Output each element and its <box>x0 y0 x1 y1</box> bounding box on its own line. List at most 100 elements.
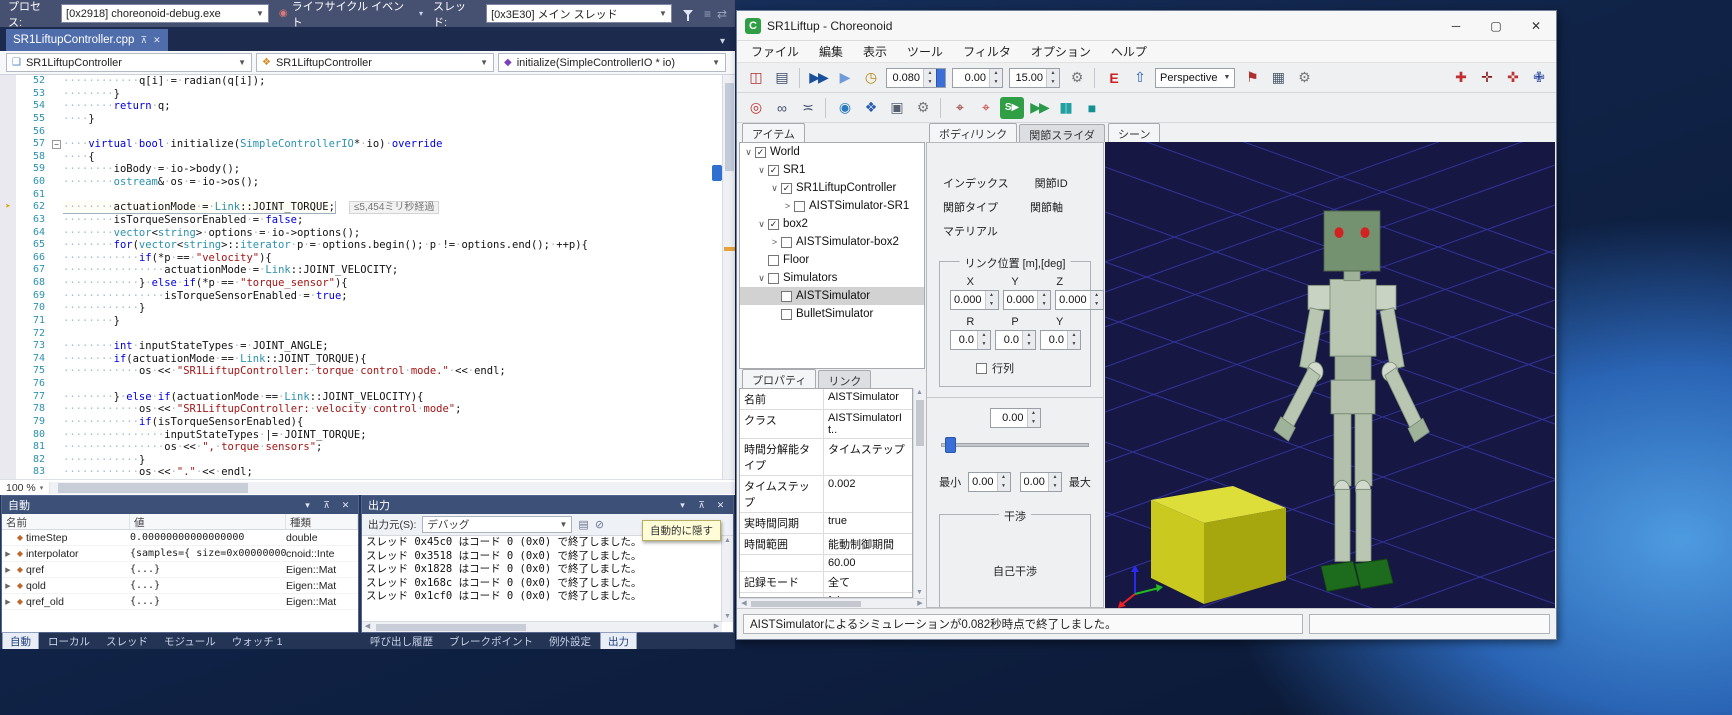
property-row[interactable]: 記録モード全て <box>740 572 912 593</box>
code-line[interactable]: 66············if(*p·==·"velocity"){ <box>0 252 735 265</box>
title-bar[interactable]: C SR1Liftup - Choreonoid ─ ▢ ✕ <box>737 11 1556 41</box>
code-line[interactable]: 53········} <box>0 88 735 101</box>
code-line[interactable]: ➤62········actuationMode·=·Link::JOINT_T… <box>0 201 735 214</box>
body-axis-icon[interactable]: ✙ <box>1526 66 1550 90</box>
watch-row[interactable]: ▶◆qref{...}Eigen::Mat <box>2 562 358 578</box>
property-row[interactable]: 時間分解能タイプタイムステップ <box>740 439 912 476</box>
scroll-right-icon[interactable]: ▶ <box>711 622 722 632</box>
play-icon[interactable]: ▶ <box>832 66 856 90</box>
play-resume-icon[interactable]: ▶▶ <box>806 66 830 90</box>
code-line[interactable]: 76 <box>0 378 735 391</box>
property-value[interactable]: true <box>824 513 912 533</box>
breakpoint-gutter[interactable] <box>0 189 16 202</box>
tab-モジュール[interactable]: モジュール <box>157 633 223 650</box>
property-row[interactable]: 60.00 <box>740 555 912 572</box>
start-simulation-button[interactable]: S▶ <box>1000 97 1024 119</box>
item-checkbox[interactable]: ✓ <box>781 183 792 194</box>
tab-items[interactable]: アイテム <box>742 123 805 142</box>
min-spinbox[interactable]: 0.00▲▼ <box>968 472 1010 492</box>
watch-row[interactable]: ▶◆qold{...}Eigen::Mat <box>2 578 358 594</box>
scroll-left-icon[interactable]: ◀ <box>362 622 373 632</box>
breakpoint-gutter[interactable] <box>0 88 16 101</box>
tab-フィルタ[interactable]: フィルタ <box>953 41 1021 62</box>
code-line[interactable]: 61 <box>0 189 735 202</box>
item-checkbox[interactable]: ✓ <box>768 165 779 176</box>
tree-item-SR1[interactable]: ∨✓SR1 <box>740 161 924 179</box>
watch-row[interactable]: ▶◆interpolator{samples={ size=0x00000000… <box>2 546 358 562</box>
scroll-up-icon[interactable]: ▲ <box>722 536 733 546</box>
code-line[interactable]: 74········if(actuationMode·==·Link::JOIN… <box>0 353 735 366</box>
translate-cube-icon[interactable]: ❖ <box>858 96 882 120</box>
tab-ヘルプ[interactable]: ヘルプ <box>1101 41 1157 62</box>
scroll-down-icon[interactable]: ▼ <box>722 612 733 622</box>
row-expander-icon[interactable]: ▶ <box>2 598 14 606</box>
code-line[interactable]: 80················inputStateTypes·|=·JOI… <box>0 429 735 442</box>
text-panel-icon[interactable]: ▤ <box>769 66 793 90</box>
code-line[interactable]: 82············} <box>0 454 735 467</box>
tab-ローカル[interactable]: ローカル <box>41 633 97 650</box>
breakpoint-gutter[interactable] <box>0 138 16 151</box>
output-vertical-scrollbar[interactable]: ▲ ▼ <box>721 536 733 622</box>
body-sync-icon[interactable]: ✜ <box>1500 66 1524 90</box>
x-spinbox[interactable]: 0.000▲▼ <box>950 290 999 310</box>
process-combo[interactable]: [0x2918] choreonoid-debug.exe ▼ <box>61 4 269 23</box>
pin-icon[interactable]: ⊼ <box>320 500 333 511</box>
breakpoint-gutter[interactable] <box>0 340 16 353</box>
expander-icon[interactable]: ∨ <box>756 165 767 176</box>
tab-出力[interactable]: 出力 <box>600 632 637 650</box>
code-line[interactable]: 68············}·else·if(*p·==·"torque_se… <box>0 277 735 290</box>
tab-ボディ/リンク[interactable]: ボディ/リンク <box>929 123 1017 142</box>
column-name[interactable]: 名前 <box>2 514 130 529</box>
breakpoint-gutter[interactable] <box>0 378 16 391</box>
output-source-combo[interactable]: デバッグ ▼ <box>422 516 572 533</box>
r-spinbox[interactable]: 0.0▲▼ <box>950 330 991 350</box>
magnifier-scene-icon[interactable]: ⌖ <box>973 96 997 120</box>
word-wrap-icon[interactable]: ▤ <box>578 518 588 531</box>
exec-e-icon[interactable]: E <box>1101 66 1125 90</box>
tree-item-AISTSimulator-box2[interactable]: >AISTSimulator-box2 <box>740 233 924 251</box>
tree-item-AISTSimulator-SR1[interactable]: >AISTSimulator-SR1 <box>740 197 924 215</box>
code-line[interactable]: 56 <box>0 126 735 139</box>
editor-vertical-scrollbar[interactable] <box>722 75 735 479</box>
projection-combo[interactable]: Perspective▼ <box>1155 68 1235 88</box>
code-line[interactable]: 72 <box>0 328 735 341</box>
property-value[interactable]: タイムステップ <box>824 439 912 475</box>
time-end-spinbox[interactable]: 15.00▲▼ <box>1009 68 1060 88</box>
tool-config-icon[interactable]: ⚙ <box>910 96 934 120</box>
property-row[interactable]: 名前AISTSimulator <box>740 389 912 410</box>
window-menu-icon[interactable]: ▾ <box>301 500 314 511</box>
breakpoint-gutter[interactable] <box>0 302 16 315</box>
code-line[interactable]: 54········return·q; <box>0 100 735 113</box>
scrollbar-thumb[interactable] <box>725 83 734 171</box>
zoom-selector[interactable]: 100 % ▾ <box>0 482 50 494</box>
row-expander-icon[interactable]: ▶ <box>2 566 14 574</box>
breakpoint-gutter[interactable] <box>0 328 16 341</box>
max-spinbox[interactable]: 0.00▲▼ <box>1020 472 1062 492</box>
tab-ウォッチ 1[interactable]: ウォッチ 1 <box>225 633 290 650</box>
code-line[interactable]: 71········} <box>0 315 735 328</box>
item-checkbox[interactable] <box>781 237 792 248</box>
scene-3d-view[interactable] <box>1105 142 1555 608</box>
code-line[interactable]: 57−····virtual·bool·initialize(SimpleCon… <box>0 138 735 151</box>
property-table[interactable]: 名前AISTSimulatorクラスAISTSimulatorIt..時間分解能… <box>739 388 913 598</box>
breakpoint-gutter[interactable] <box>0 315 16 328</box>
code-line[interactable]: 52············q[i]·=·radian(q[i]); <box>0 75 735 88</box>
item-checkbox[interactable] <box>781 291 792 302</box>
code-line[interactable]: 59········ioBody·=·io->body(); <box>0 163 735 176</box>
code-line[interactable]: 83············os·<<·"."·<<·endl; <box>0 466 735 479</box>
maximize-button[interactable]: ▢ <box>1476 11 1516 40</box>
breakpoint-gutter[interactable] <box>0 353 16 366</box>
matrix-checkbox[interactable]: 行列 <box>948 356 1082 378</box>
breakpoint-gutter[interactable] <box>0 227 16 240</box>
column-type[interactable]: 種類 <box>286 514 358 529</box>
breakpoint-gutter[interactable] <box>0 239 16 252</box>
code-line[interactable]: 75············os·<<·"SR1LiftupController… <box>0 365 735 378</box>
expander-icon[interactable]: > <box>769 237 780 247</box>
thread-combo[interactable]: [0x3E30] メイン スレッド ▼ <box>486 4 672 23</box>
autos-title-bar[interactable]: 自動 ▾ ⊼ ✕ <box>2 496 358 514</box>
code-line[interactable]: 78············os·<<·"SR1LiftupController… <box>0 403 735 416</box>
tab-表示[interactable]: 表示 <box>853 41 897 62</box>
expander-icon[interactable]: ∨ <box>756 273 767 284</box>
code-line[interactable]: 69················isTorqueSensorEnabled·… <box>0 290 735 303</box>
tree-item-World[interactable]: ∨✓World <box>740 143 924 161</box>
